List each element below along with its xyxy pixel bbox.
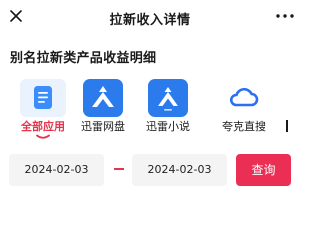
page-title: 拉新收入详情 <box>109 13 191 28</box>
xunlei-bird-icon <box>83 79 123 117</box>
app-tab-partial[interactable] <box>284 76 300 142</box>
app-label: 全部应用 <box>21 120 65 133</box>
xunlei-novel-icon <box>148 79 188 117</box>
end-date-field[interactable]: 2024-02-03 <box>132 154 227 186</box>
app-tab-all[interactable]: 全部应用 <box>10 76 76 142</box>
start-date-field[interactable]: 2024-02-03 <box>9 154 104 186</box>
app-selector: 全部应用 迅雷网盘 迅雷小说 夸克直搜 <box>0 76 300 142</box>
app-tab-xunlei-novel[interactable]: 迅雷小说 <box>135 76 201 142</box>
app-tab-quark-search[interactable]: 夸克直搜 <box>211 76 277 142</box>
app-tab-xunlei-drive[interactable]: 迅雷网盘 <box>70 76 136 142</box>
app-label: 迅雷网盘 <box>81 120 125 133</box>
date-range-separator <box>114 168 124 170</box>
more-options-icon[interactable] <box>274 8 296 24</box>
top-bar: 拉新收入详情 <box>0 0 300 36</box>
section-title: 别名拉新类产品收益明细 <box>10 51 157 66</box>
query-button[interactable]: 查询 <box>236 154 291 186</box>
app-label: 夸克直搜 <box>222 120 266 133</box>
selected-indicator <box>36 134 50 139</box>
document-list-icon <box>20 79 66 117</box>
app-label: 迅雷小说 <box>146 120 190 133</box>
partial-label-glyph <box>286 120 294 132</box>
quark-cloud-icon <box>221 79 267 117</box>
